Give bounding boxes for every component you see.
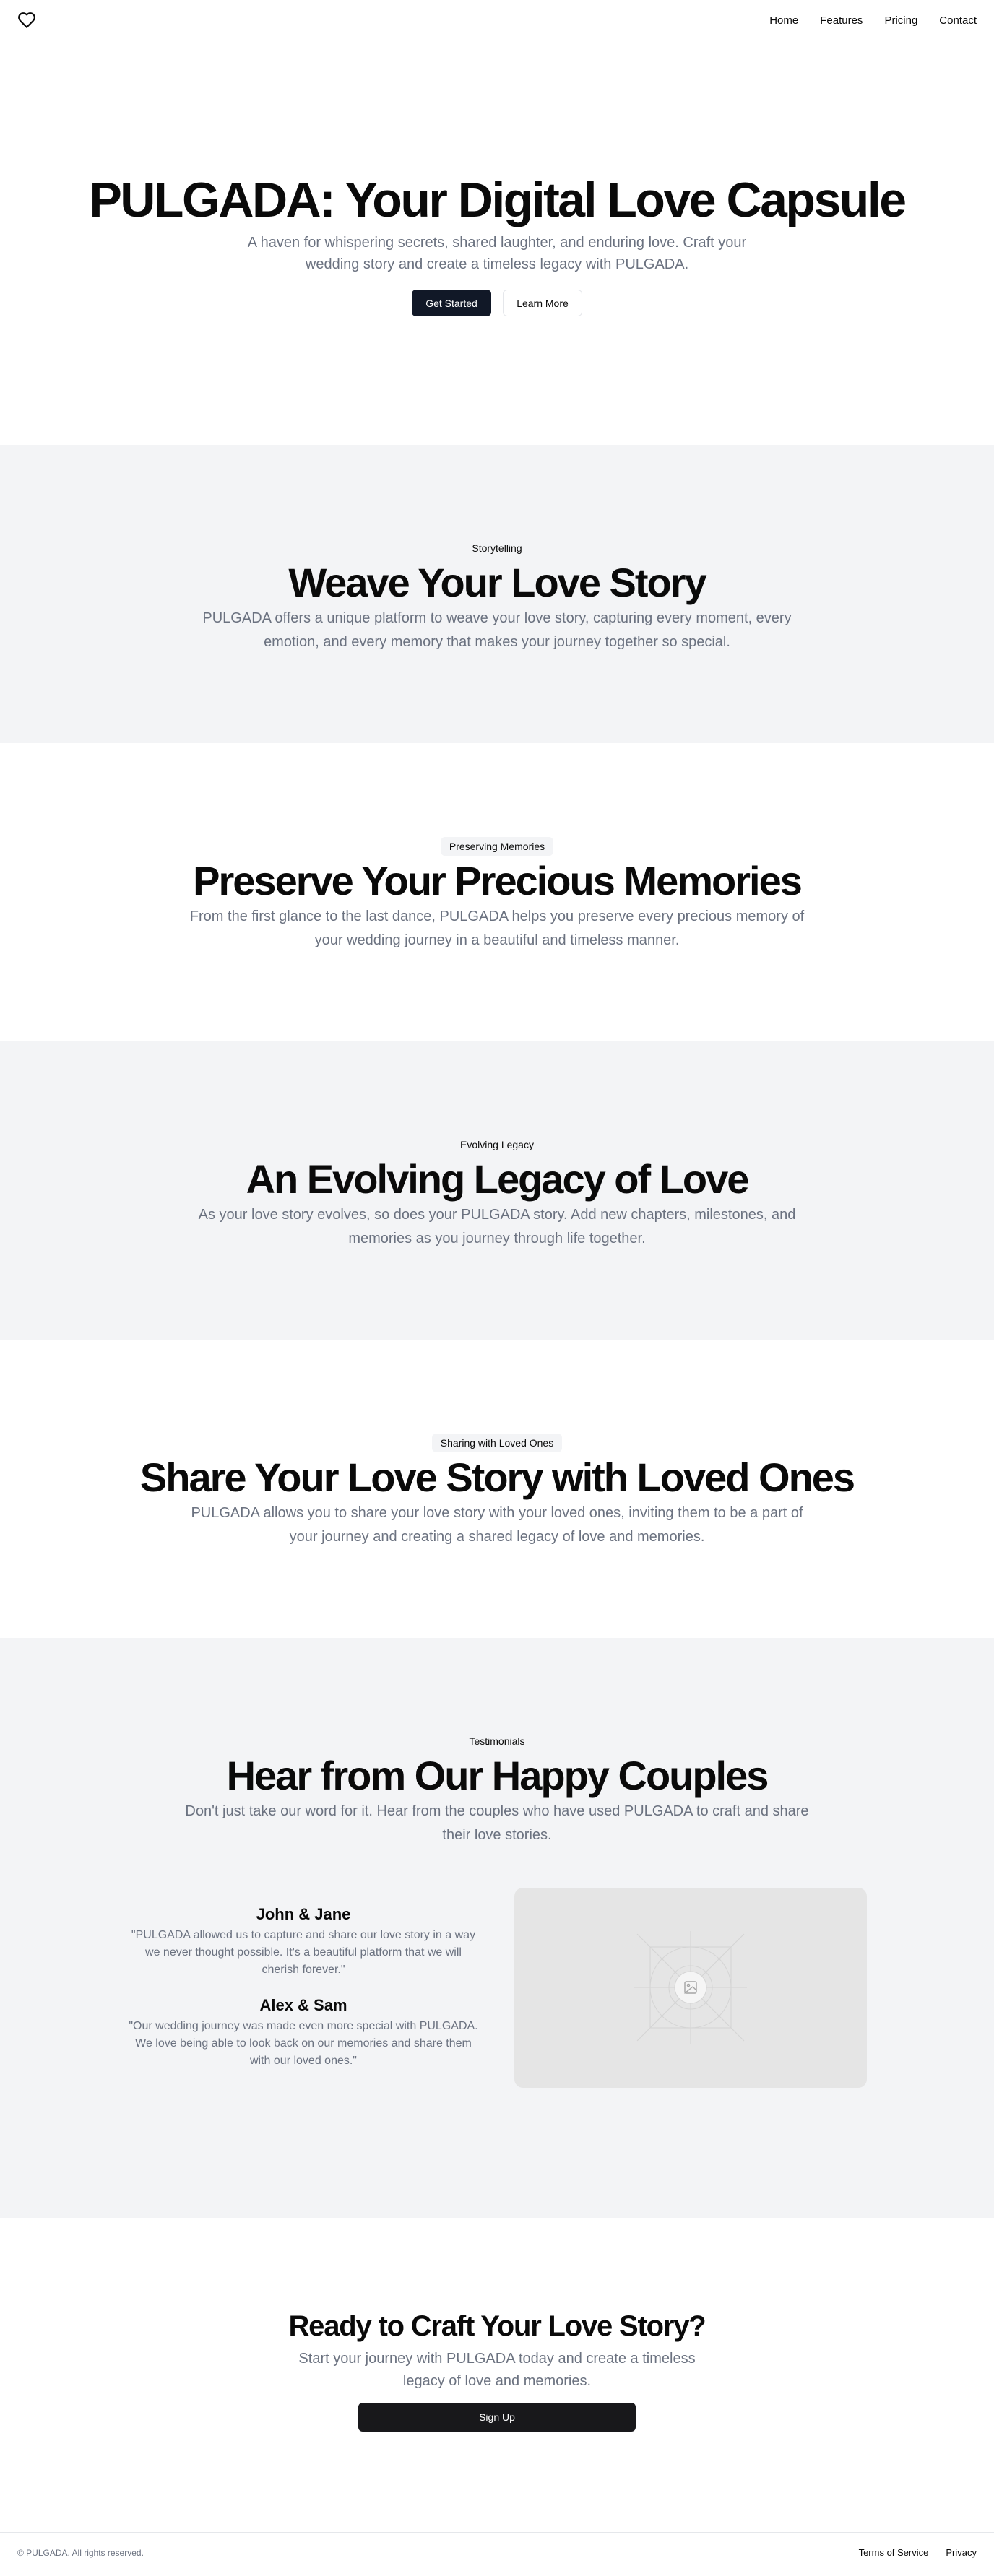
testimonial-image	[514, 1887, 867, 2088]
testimonials-grid: John & Jane "PULGADA allowed us to captu…	[127, 1887, 867, 2088]
heart-icon[interactable]	[17, 11, 36, 30]
nav-contact[interactable]: Contact	[939, 14, 977, 27]
copyright-text: © PULGADA. All rights reserved.	[17, 2547, 144, 2558]
get-started-button[interactable]: Get Started	[412, 290, 491, 317]
cta-title: Ready to Craft Your Love Story?	[288, 2310, 706, 2342]
hero-buttons: Get Started Learn More	[412, 290, 582, 317]
hero-section: PULGADA: Your Digital Love Capsule A hav…	[0, 40, 994, 445]
section-tag: Storytelling	[472, 542, 522, 554]
footer-links: Terms of Service Privacy	[859, 2547, 977, 2558]
testimonial-quote: "Our wedding journey was made even more …	[129, 2020, 478, 2068]
testimonials-section: Testimonials Hear from Our Happy Couples…	[0, 1638, 994, 2218]
preserving-memories-section: Preserving Memories Preserve Your Precio…	[0, 743, 994, 1041]
testimonial-quote: "PULGADA allowed us to capture and share…	[131, 1929, 476, 1977]
terms-link[interactable]: Terms of Service	[859, 2547, 929, 2558]
cta-section: Ready to Craft Your Love Story? Start yo…	[0, 2218, 994, 2532]
section-tag: Preserving Memories	[440, 837, 554, 856]
section-title: An Evolving Legacy of Love	[246, 1156, 750, 1202]
hero-subtitle: A haven for whispering secrets, shared l…	[247, 235, 747, 273]
section-title: Hear from Our Happy Couples	[226, 1753, 769, 1798]
nav-home[interactable]: Home	[769, 14, 798, 27]
section-tag: Testimonials	[469, 1735, 525, 1747]
storytelling-section: Storytelling Weave Your Love Story PULGA…	[0, 445, 994, 743]
section-text: PULGADA allows you to share your love st…	[191, 1504, 803, 1545]
main-nav: Home Features Pricing Contact	[769, 14, 977, 27]
sharing-section: Sharing with Loved Ones Share Your Love …	[0, 1340, 994, 1638]
section-title: Share Your Love Story with Loved Ones	[139, 1454, 855, 1500]
nav-pricing[interactable]: Pricing	[884, 14, 917, 27]
testimonial-name: John & Jane	[256, 1905, 351, 1924]
cta-text: Start your journey with PULGADA today an…	[298, 2351, 696, 2389]
image-placeholder-icon	[634, 1930, 747, 2044]
section-text: As your love story evolves, so does your…	[198, 1206, 796, 1246]
section-tag: Sharing with Loved Ones	[431, 1434, 563, 1452]
section-text: From the first glance to the last dance,…	[189, 908, 805, 948]
sign-up-button[interactable]: Sign Up	[358, 2403, 636, 2432]
section-tag: Evolving Legacy	[460, 1139, 534, 1150]
nav-features[interactable]: Features	[820, 14, 863, 27]
section-text: PULGADA offers a unique platform to weav…	[202, 610, 792, 650]
section-text: Don't just take our word for it. Hear fr…	[185, 1803, 809, 1843]
testimonial-name: Alex & Sam	[259, 1996, 347, 2015]
evolving-legacy-section: Evolving Legacy An Evolving Legacy of Lo…	[0, 1041, 994, 1340]
testimonials-list: John & Jane "PULGADA allowed us to captu…	[127, 1888, 480, 2088]
section-title: Weave Your Love Story	[288, 560, 706, 605]
section-title: Preserve Your Precious Memories	[193, 858, 803, 903]
site-header: Home Features Pricing Contact	[0, 0, 994, 40]
site-footer: © PULGADA. All rights reserved. Terms of…	[0, 2532, 994, 2572]
testimonial-item: Alex & Sam "Our wedding journey was made…	[127, 1996, 480, 2070]
privacy-link[interactable]: Privacy	[946, 2547, 977, 2558]
learn-more-button[interactable]: Learn More	[503, 290, 582, 317]
hero-title: PULGADA: Your Digital Love Capsule	[89, 173, 907, 227]
testimonial-item: John & Jane "PULGADA allowed us to captu…	[127, 1905, 480, 1979]
